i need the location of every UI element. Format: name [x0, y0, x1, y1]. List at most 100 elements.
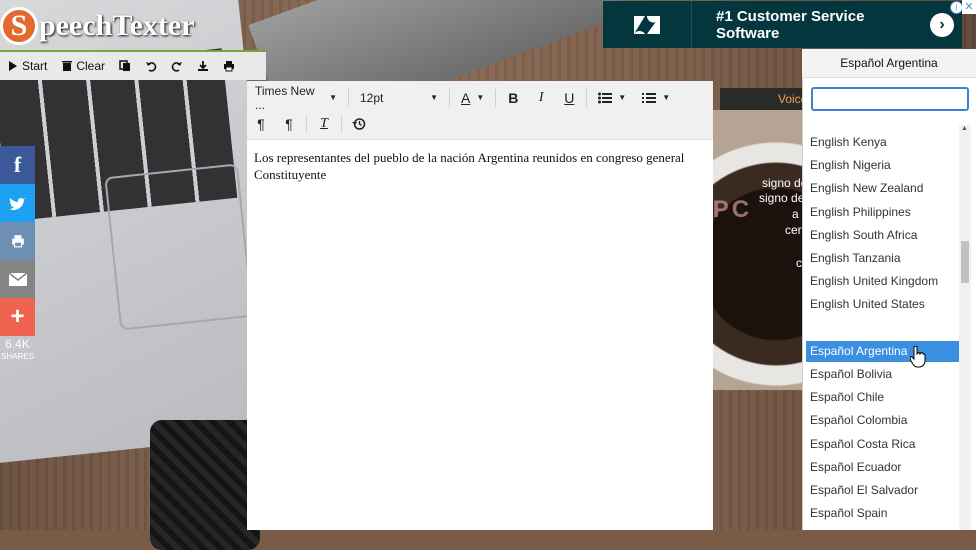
- facebook-icon: f: [13, 152, 22, 177]
- clear-button[interactable]: Clear: [54, 52, 112, 80]
- language-option[interactable]: Español Colombia: [806, 410, 960, 431]
- numbered-list-icon: [642, 92, 657, 103]
- editor-content[interactable]: Los representantes del pueblo de la naci…: [254, 149, 704, 183]
- email-share-button[interactable]: [0, 260, 35, 298]
- hand-cursor-icon: [910, 346, 926, 368]
- watermark-suffix: PC: [712, 196, 753, 223]
- bullet-list-icon: [598, 92, 613, 103]
- language-option[interactable]: English Philippines: [806, 202, 960, 223]
- text-color-icon: A: [461, 89, 471, 106]
- paragraph-rtl-icon: ¶: [285, 115, 293, 132]
- logo-mark: S: [0, 7, 38, 45]
- language-option[interactable]: English New Zealand: [806, 178, 960, 199]
- language-option[interactable]: English United Kingdom: [806, 271, 960, 292]
- history-button[interactable]: [345, 112, 373, 136]
- language-list-scrollbar[interactable]: ▲: [959, 125, 971, 530]
- text-editor: Times New ... ▼ 12pt ▼ A ▼ B I U ▼ ▼ ¶ ¶…: [247, 81, 713, 530]
- start-label: Start: [22, 59, 48, 73]
- rtl-direction-button[interactable]: ¶: [275, 112, 303, 136]
- font-family-select[interactable]: Times New ... ▼: [247, 83, 345, 112]
- voice-text-line: a: [792, 207, 799, 221]
- print-share-button[interactable]: [0, 222, 35, 260]
- more-share-button[interactable]: +: [0, 298, 35, 336]
- print-icon: [224, 61, 235, 72]
- language-list: English Kenya English Nigeria English New …: [803, 118, 961, 530]
- ad-close-icon[interactable]: ✕: [962, 0, 976, 14]
- chevron-down-icon: ▼: [618, 93, 627, 102]
- language-option[interactable]: Español Ecuador: [806, 457, 960, 478]
- redo-button[interactable]: [164, 52, 190, 80]
- language-option[interactable]: English Tanzania: [806, 248, 960, 269]
- language-option[interactable]: English Nigeria: [806, 155, 960, 176]
- language-option[interactable]: Español Costa Rica: [806, 434, 960, 455]
- scroll-up-icon[interactable]: ▲: [961, 125, 968, 132]
- language-dropdown-panel: English Kenya English Nigeria English New …: [802, 78, 976, 530]
- watermark: QUIERO MI PC: [548, 196, 752, 224]
- print-button[interactable]: [216, 52, 242, 80]
- language-option[interactable]: Español Chile: [806, 387, 960, 408]
- envelope-icon: [8, 272, 27, 286]
- language-option[interactable]: [806, 318, 960, 339]
- printer-icon: [11, 235, 24, 248]
- ltr-direction-button[interactable]: ¶: [247, 112, 275, 136]
- language-option[interactable]: Español Bolivia: [806, 364, 960, 385]
- language-search-input[interactable]: [811, 87, 969, 111]
- share-count: 6.4K: [5, 337, 30, 351]
- chevron-down-icon: ▼: [662, 93, 671, 102]
- toolbar-divider: [586, 88, 588, 107]
- voice-text-line: cer: [785, 223, 802, 237]
- history-icon: [352, 117, 366, 130]
- toolbar-divider: [495, 88, 497, 107]
- copy-icon: [119, 60, 131, 71]
- zendesk-logo-icon: [603, 1, 692, 48]
- scrollbar-thumb[interactable]: [961, 241, 969, 283]
- underline-button[interactable]: U: [555, 86, 583, 110]
- font-family-value: Times New ...: [255, 83, 315, 112]
- paragraph-ltr-icon: ¶: [257, 115, 265, 132]
- language-select[interactable]: Español Argentina: [802, 49, 976, 78]
- main-toolbar: Start Clear: [0, 50, 266, 80]
- play-icon: [9, 61, 17, 71]
- download-icon: [198, 61, 209, 71]
- editor-toolbar: Times New ... ▼ 12pt ▼ A ▼ B I U ▼ ▼ ¶ ¶…: [247, 81, 713, 140]
- language-option[interactable]: English South Africa: [806, 225, 960, 246]
- share-label: SHARES: [1, 352, 34, 361]
- app-logo[interactable]: S peechTexter: [0, 4, 195, 48]
- font-size-select[interactable]: 12pt ▼: [352, 86, 446, 110]
- language-option[interactable]: Español El Salvador: [806, 480, 960, 501]
- editor-text-line: Constituyente: [254, 167, 327, 182]
- facebook-share-button[interactable]: f: [0, 146, 35, 184]
- undo-button[interactable]: [138, 52, 164, 80]
- logo-text: peechTexter: [39, 9, 195, 42]
- download-button[interactable]: [190, 52, 216, 80]
- italic-button[interactable]: I: [527, 86, 555, 110]
- copy-button[interactable]: [112, 52, 138, 80]
- watermark-text: QUIERO MI: [548, 196, 704, 223]
- wallet-image: [150, 420, 260, 550]
- start-button[interactable]: Start: [0, 52, 54, 80]
- twitter-icon: [8, 197, 26, 210]
- bullet-list-button[interactable]: ▼: [590, 86, 634, 110]
- toolbar-divider: [341, 114, 342, 133]
- language-option[interactable]: Español Spain: [806, 503, 960, 524]
- language-option[interactable]: English United States: [806, 294, 960, 315]
- editor-text-line: Los representantes del pueblo de la naci…: [254, 150, 685, 165]
- numbered-list-button[interactable]: ▼: [634, 86, 678, 110]
- ad-arrow-icon[interactable]: ›: [930, 12, 954, 37]
- undo-icon: [146, 62, 157, 72]
- plus-icon: +: [10, 303, 25, 330]
- chevron-down-icon: ▼: [329, 93, 337, 102]
- font-size-value: 12pt: [360, 90, 384, 105]
- touchpad-image: [104, 163, 254, 331]
- ad-headline: #1 Customer Service Software: [716, 7, 865, 42]
- ad-banner[interactable]: #1 Customer Service Software ›: [603, 1, 962, 48]
- twitter-share-button[interactable]: [0, 184, 35, 222]
- voice-tab[interactable]: Voice: [720, 88, 802, 110]
- text-color-select[interactable]: A ▼: [453, 86, 492, 110]
- language-option[interactable]: English Kenya: [806, 132, 960, 153]
- voice-text-line: signo de: [762, 176, 808, 190]
- bold-button[interactable]: B: [499, 86, 527, 110]
- chevron-down-icon: ▼: [476, 93, 485, 102]
- clear-formatting-button[interactable]: T: [310, 112, 338, 136]
- language-option[interactable]: Español Argentina: [806, 340, 960, 362]
